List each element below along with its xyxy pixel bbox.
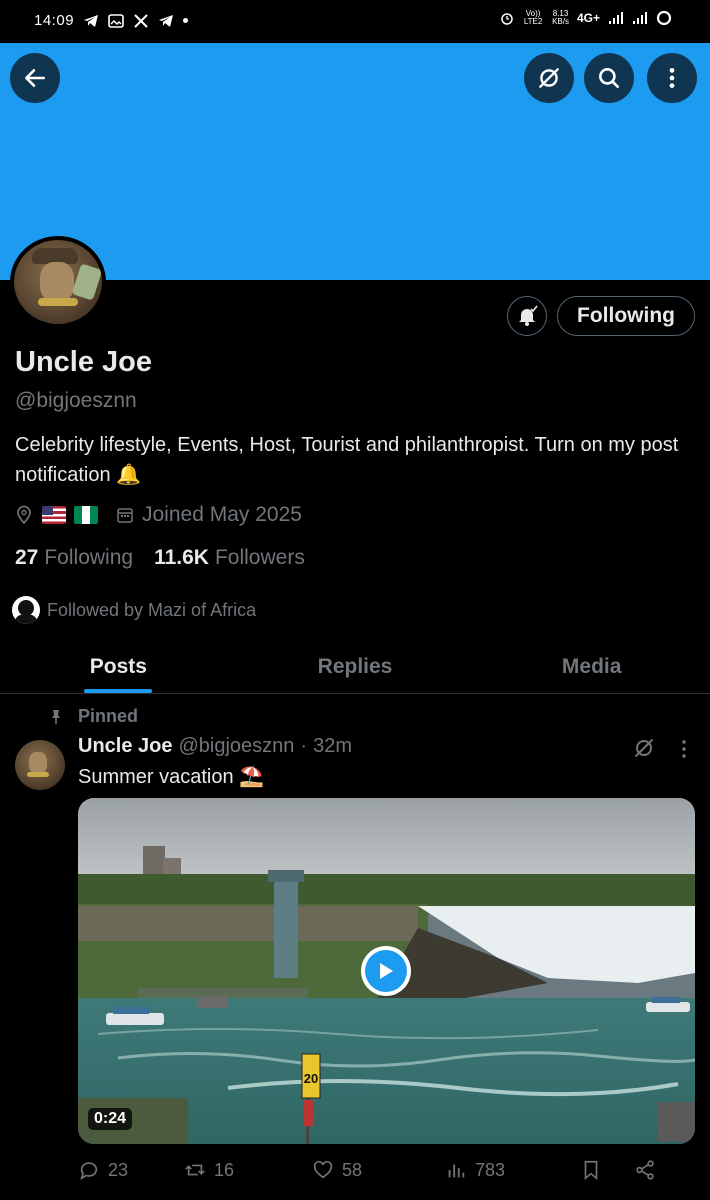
repost-button[interactable]: 16	[184, 1159, 312, 1181]
followers-count: 11.6K	[154, 546, 209, 569]
repost-count: 16	[214, 1159, 235, 1180]
tab-media[interactable]: Media	[473, 640, 710, 693]
more-options-button[interactable]	[647, 53, 697, 103]
play-icon	[380, 963, 393, 979]
pin-icon	[52, 709, 60, 724]
tab-posts-label: Posts	[89, 654, 147, 678]
post-author-avatar[interactable]	[15, 740, 65, 790]
post-video[interactable]: 20 0:24	[78, 798, 695, 1144]
views-button[interactable]: 783	[445, 1159, 580, 1181]
active-tab-indicator	[84, 689, 153, 693]
tab-replies[interactable]: Replies	[237, 640, 474, 693]
heart-icon	[313, 1160, 333, 1179]
notification-bell-button[interactable]	[507, 296, 547, 336]
post-separator: ·	[300, 735, 308, 757]
pinned-indicator: Pinned	[48, 706, 138, 727]
status-bar: 14:09 Vo)) LTE2 8.13 KB/s 4G+	[0, 0, 710, 43]
status-bar-right: Vo)) LTE2 8.13 KB/s 4G+	[500, 10, 672, 26]
grok-icon[interactable]	[632, 736, 656, 760]
back-button[interactable]	[10, 53, 60, 103]
avatar-cash	[71, 263, 102, 301]
nigeria-flag-icon	[74, 506, 98, 524]
followed-by-text: Followed by Mazi of Africa	[47, 599, 257, 620]
views-count: 783	[475, 1159, 506, 1180]
profile-avatar[interactable]	[10, 236, 106, 328]
following-count: 27	[15, 546, 39, 569]
x-logo-icon	[134, 13, 148, 28]
volte-indicator: Vo)) LTE2	[523, 9, 543, 26]
post-time[interactable]: 32m	[313, 735, 352, 758]
calendar-icon	[117, 508, 133, 523]
pinned-label: Pinned	[78, 706, 139, 726]
followers-label: Followers	[214, 546, 305, 569]
reply-count: 23	[108, 1159, 129, 1180]
avatar-face	[40, 262, 74, 302]
profile-meta: Joined May 2025	[15, 503, 302, 527]
play-button-inner	[365, 950, 407, 992]
tab-posts[interactable]: Posts	[0, 640, 237, 693]
followed-by[interactable]: Followed by Mazi of Africa	[12, 596, 256, 624]
post-header: Uncle Joe @bigjoesznn · 32m	[78, 735, 352, 758]
views-icon	[448, 1164, 465, 1178]
search-icon	[599, 68, 619, 88]
bookmark-button[interactable]	[580, 1159, 634, 1181]
location-icon	[17, 505, 31, 525]
post-actions: 23 16 58 783	[78, 1156, 695, 1184]
share-button[interactable]	[634, 1159, 664, 1181]
battery-icon	[656, 10, 672, 26]
joined-date: Joined May 2025	[142, 503, 302, 526]
gallery-icon	[108, 13, 124, 28]
follower-avatar	[12, 596, 40, 624]
search-button[interactable]	[584, 53, 634, 103]
us-flag-icon	[42, 506, 66, 524]
like-button[interactable]: 58	[312, 1159, 445, 1181]
play-button[interactable]	[361, 946, 411, 996]
network-speed-unit: KB/s	[552, 17, 569, 26]
repost-icon	[185, 1164, 205, 1176]
avatar-face	[29, 752, 47, 774]
post-author-name[interactable]: Uncle Joe	[78, 735, 172, 758]
avatar-chain	[27, 772, 49, 777]
reply-icon	[80, 1162, 98, 1181]
following-button[interactable]: Following	[557, 296, 695, 336]
telegram-icon	[159, 14, 174, 27]
following-label: Following	[44, 546, 134, 569]
network-type: 4G+	[576, 11, 600, 25]
notification-dot-icon	[183, 18, 189, 23]
reply-button[interactable]: 23	[78, 1159, 184, 1181]
more-vertical-icon[interactable]	[676, 738, 692, 760]
profile-bio: Celebrity lifestyle, Events, Host, Touri…	[15, 434, 679, 486]
tab-replies-label: Replies	[317, 654, 393, 678]
network-speed: 8.13 KB/s	[552, 10, 569, 26]
grok-button[interactable]	[524, 53, 574, 103]
more-vertical-icon	[669, 68, 675, 88]
profile-banner	[0, 43, 710, 280]
avatar-chain	[38, 298, 78, 306]
grok-icon	[539, 68, 559, 88]
telegram-icon	[84, 14, 99, 27]
followers-stat[interactable]: 11.6K Followers	[154, 546, 305, 570]
share-icon	[636, 1160, 654, 1180]
profile-handle: @bigjoesznn	[15, 389, 137, 412]
signal-icon	[633, 12, 647, 24]
tab-media-label: Media	[561, 654, 622, 678]
video-duration: 0:24	[88, 1108, 133, 1130]
status-bar-left: 14:09	[34, 12, 189, 29]
profile-tabs: Posts Replies Media	[0, 640, 710, 694]
bookmark-icon	[584, 1160, 598, 1181]
bell-check-icon	[519, 305, 538, 326]
alarm-icon	[501, 13, 513, 25]
status-time: 14:09	[34, 12, 75, 29]
speed-sign-text: 20	[304, 1071, 318, 1086]
following-stat[interactable]: 27 Following	[15, 546, 133, 570]
follow-stats: 27 Following 11.6K Followers	[15, 546, 305, 570]
profile-name: Uncle Joe	[15, 346, 152, 378]
arrow-left-icon	[25, 69, 45, 87]
like-count: 58	[342, 1159, 363, 1180]
signal-icon	[609, 12, 623, 24]
post-text: Summer vacation ⛱️	[78, 766, 265, 788]
post-author-handle[interactable]: @bigjoesznn	[178, 735, 294, 758]
